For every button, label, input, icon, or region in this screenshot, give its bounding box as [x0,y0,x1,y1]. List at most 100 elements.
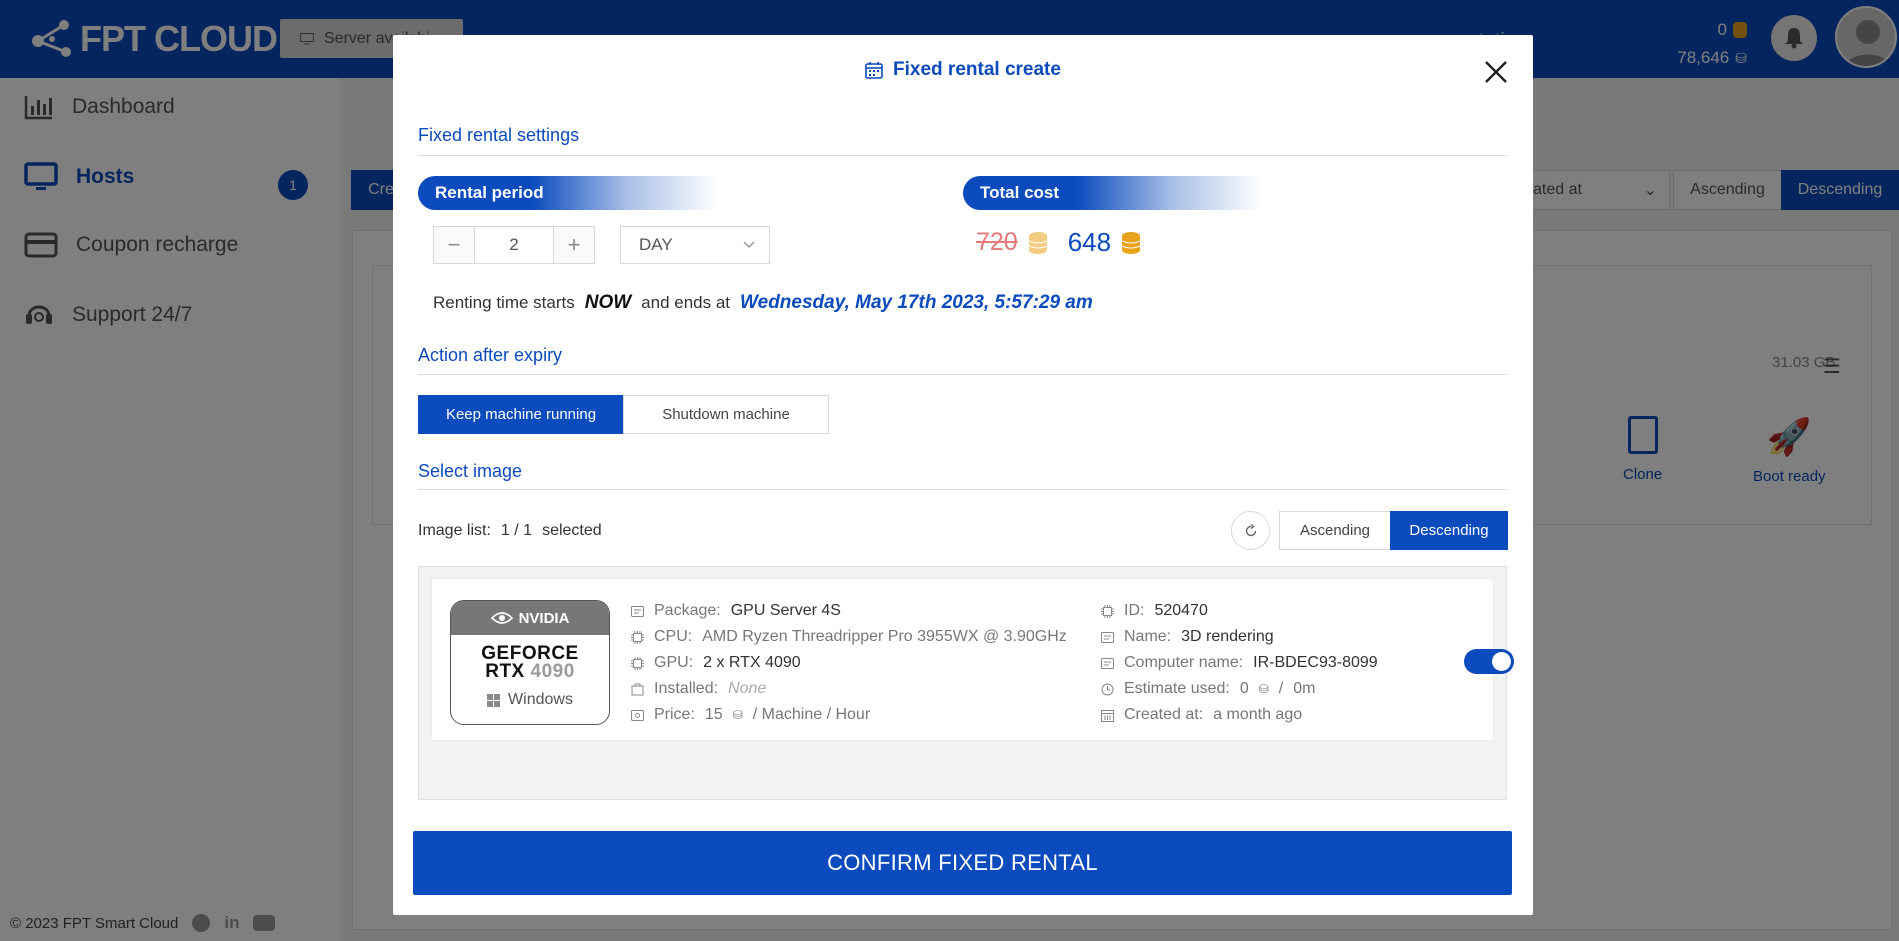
windows-icon [487,693,501,707]
chip-icon [1100,604,1114,618]
spec-value: GPU Server 4S [730,602,841,619]
price-icon [630,708,644,722]
divider [418,374,1507,375]
spec-label: GPU: [654,654,694,671]
chip-icon [630,656,644,670]
rent-middle: and ends at [641,293,731,312]
spec-label: Installed: [654,680,719,697]
image-list: NVIDIA GEFORCE RTX 4090 Windows Package:… [418,566,1514,800]
keep-machine-running-button[interactable]: Keep machine running [418,395,624,434]
period-value-input[interactable]: 2 [474,227,554,263]
spec-name: Name: 3D rendering [1100,628,1378,646]
spec-estimate-used: Estimate used: 0 ⛁ / 0m [1100,680,1378,698]
period-unit-select[interactable]: DAY [620,226,770,264]
image-list-selected: selected [542,522,602,539]
image-card[interactable]: NVIDIA GEFORCE RTX 4090 Windows Package:… [431,578,1514,741]
spec-price: Price: 15 ⛁ / Machine / Hour [630,706,1067,724]
period-unit-value: DAY [639,235,673,254]
select-image-section-title: Select image [418,461,523,481]
image-specs-right: ID: 520470 Name: 3D rendering Computer n… [1100,602,1378,724]
close-icon [1485,61,1507,83]
nvidia-brand-bar: NVIDIA [451,601,609,635]
image-list-label: Image list: [418,522,491,539]
package-icon [630,604,644,618]
spec-label: Price: [654,706,695,723]
rent-start-now: NOW [584,292,632,313]
nvidia-eye-icon [490,612,513,624]
gpu-model-text: GEFORCE RTX 4090 [451,644,609,682]
sort-ascending-button[interactable]: Ascending [1279,511,1391,550]
spec-installed: Installed: None [630,680,1067,698]
divider [418,155,1507,156]
spec-label: Computer name: [1124,654,1244,671]
box-icon [630,682,644,696]
spec-value: a month ago [1213,706,1303,723]
modal-title-text: Fixed rental create [893,59,1061,80]
period-stepper: − 2 + [433,226,595,264]
close-button[interactable] [1481,57,1511,87]
calendar-icon [1100,708,1114,722]
modal-title: Fixed rental create [393,59,1533,81]
spec-value: 0 [1239,680,1249,697]
spec-label: ID: [1124,602,1145,619]
spec-label: CPU: [654,628,693,645]
nvidia-brand-text: NVIDIA [518,609,570,627]
spec-id: ID: 520470 [1100,602,1378,620]
id-card-icon [1100,656,1114,670]
gpu-model-line-2b: 4090 [530,661,575,682]
spec-value: 3D rendering [1181,628,1274,645]
spec-label: Created at: [1124,706,1204,723]
spec-computer-name: Computer name: IR-BDEC93-8099 [1100,654,1378,672]
chevron-down-icon [743,241,755,249]
shutdown-machine-button[interactable]: Shutdown machine [623,395,829,434]
coin-stack-icon [1028,231,1047,254]
increment-button[interactable]: + [554,227,594,263]
rental-period-header: Rental period [418,176,718,210]
os-label: Windows [451,691,609,709]
spec-cpu: CPU: AMD Ryzen Threadripper Pro 3955WX @… [630,628,1067,646]
refresh-button[interactable] [1231,511,1270,550]
spec-value: 15 [704,706,723,723]
settings-section-title: Fixed rental settings [418,125,580,145]
spec-created-at: Created at: a month ago [1100,706,1378,724]
image-select-toggle[interactable] [1464,649,1514,674]
price-unit: / Machine / Hour [752,706,871,723]
decrement-button[interactable]: − [434,227,474,263]
gpu-model-line-2a: RTX [485,661,531,682]
spec-label: Package: [654,602,721,619]
rent-prefix: Renting time starts [433,293,575,312]
tag-icon [1100,630,1114,644]
total-cost-header: Total cost [963,176,1263,210]
coin-stack-icon [1121,231,1141,254]
final-cost: 648 [1067,227,1112,257]
sort-descending-button[interactable]: Descending [1390,511,1508,550]
spec-value: IR-BDEC93-8099 [1253,654,1378,671]
spec-label: Name: [1124,628,1172,645]
clock-icon [1100,682,1114,696]
minus-icon: − [447,232,461,257]
divider [418,489,1507,490]
original-cost: 720 [976,228,1018,256]
spec-value: 2 x RTX 4090 [703,654,801,671]
spec-package: Package: GPU Server 4S [630,602,1067,620]
fixed-rental-modal: Fixed rental create Fixed rental setting… [393,35,1533,915]
chip-icon [630,630,644,644]
rent-end-date: Wednesday, May 17th 2023, 5:57:29 am [740,292,1093,313]
toggle-knob [1492,652,1511,671]
spec-label: Estimate used: [1124,680,1230,697]
image-specs-left: Package: GPU Server 4S CPU: AMD Ryzen Th… [630,602,1067,724]
spec-value: AMD Ryzen Threadripper Pro 3955WX @ 3.90… [702,628,1067,645]
gpu-image-logo: NVIDIA GEFORCE RTX 4090 Windows [450,600,610,725]
estimate-separator: / [1278,680,1284,697]
refresh-icon [1245,523,1256,536]
image-list-count: 1 / 1 [500,522,533,539]
image-list-summary: Image list: 1 / 1 selected [418,522,602,540]
os-name: Windows [508,691,573,708]
cost-display: 720 648 [976,227,1141,258]
database-icon: ⛁ [732,708,743,722]
spec-value: None [728,680,767,697]
confirm-fixed-rental-button[interactable]: CONFIRM FIXED RENTAL [413,831,1512,895]
database-icon: ⛁ [1258,682,1269,696]
spec-value: 520470 [1154,602,1208,619]
expiry-section-title: Action after expiry [418,345,563,365]
